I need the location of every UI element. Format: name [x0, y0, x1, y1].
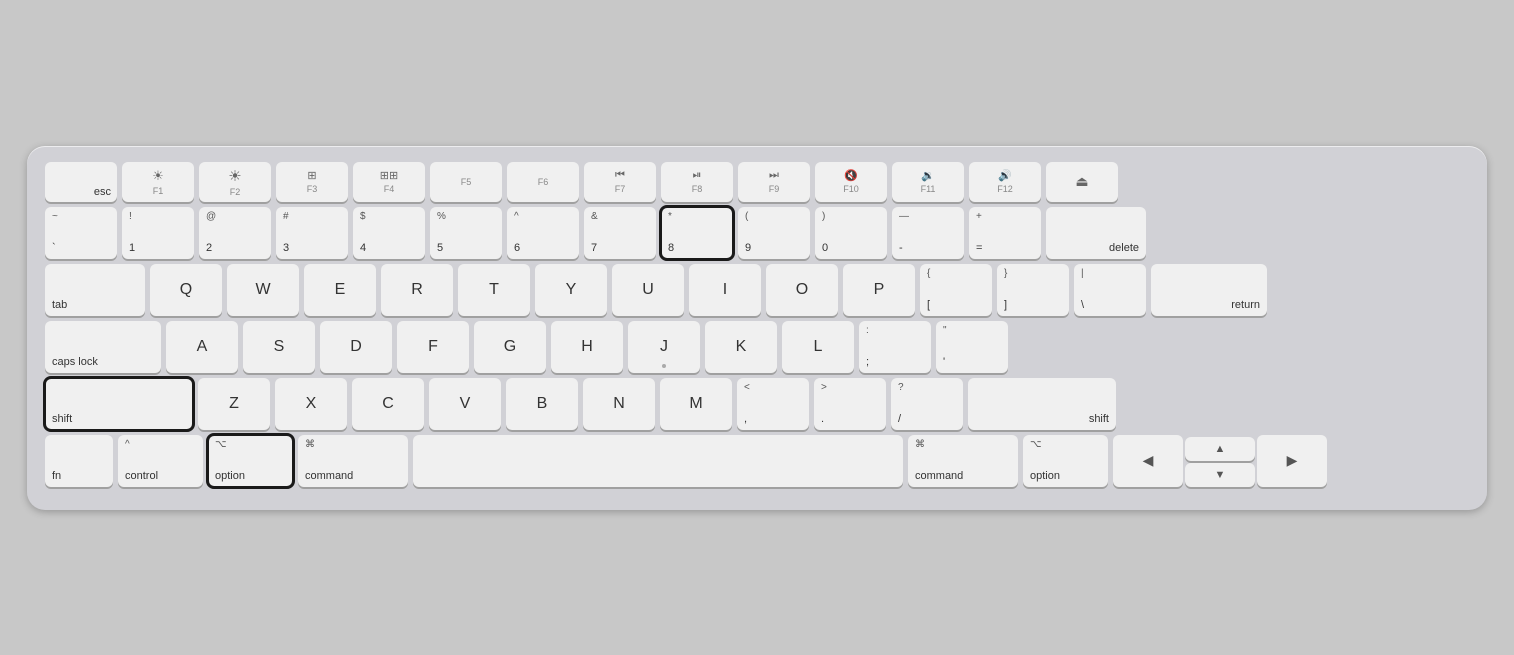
key-semicolon[interactable]: : ; — [859, 321, 931, 373]
key-shift-right[interactable]: shift — [968, 378, 1116, 430]
key-c[interactable]: C — [352, 378, 424, 430]
key-f12[interactable]: 🔊 F12 — [969, 162, 1041, 202]
fn-row: esc ☀ F1 ☀ F2 ⊞ F3 ⊞⊞ F4 F5 F6 — [45, 162, 1469, 202]
key-return[interactable]: return — [1151, 264, 1267, 316]
key-v[interactable]: V — [429, 378, 501, 430]
key-a[interactable]: A — [166, 321, 238, 373]
key-f4[interactable]: ⊞⊞ F4 — [353, 162, 425, 202]
key-control[interactable]: ^ control — [118, 435, 203, 487]
key-h[interactable]: H — [551, 321, 623, 373]
key-option-left[interactable]: ⌥ option — [208, 435, 293, 487]
arrow-updown: ▲ ▼ — [1185, 437, 1255, 487]
qwerty-row: tab Q W E R T Y U I O P — [45, 264, 1469, 316]
key-f3[interactable]: ⊞ F3 — [276, 162, 348, 202]
key-u[interactable]: U — [612, 264, 684, 316]
key-j[interactable]: J — [628, 321, 700, 373]
key-d[interactable]: D — [320, 321, 392, 373]
key-delete[interactable]: delete — [1046, 207, 1146, 259]
key-x[interactable]: X — [275, 378, 347, 430]
key-minus[interactable]: — - — [892, 207, 964, 259]
key-slash[interactable]: ? / — [891, 378, 963, 430]
key-1[interactable]: ! 1 — [122, 207, 194, 259]
key-backslash[interactable]: | \ — [1074, 264, 1146, 316]
key-f10[interactable]: 🔇 F10 — [815, 162, 887, 202]
asdf-row: caps lock A S D F G H J K L : — [45, 321, 1469, 373]
key-equals[interactable]: + = — [969, 207, 1041, 259]
key-z[interactable]: Z — [198, 378, 270, 430]
key-t[interactable]: T — [458, 264, 530, 316]
key-f7[interactable]: ⏮ F7 — [584, 162, 656, 202]
key-rbracket[interactable]: } ] — [997, 264, 1069, 316]
key-quote[interactable]: " ' — [936, 321, 1008, 373]
key-k[interactable]: K — [705, 321, 777, 373]
key-tilde[interactable]: ~ ` — [45, 207, 117, 259]
key-comma[interactable]: < , — [737, 378, 809, 430]
key-space[interactable] — [413, 435, 903, 487]
bottom-row: fn ^ control ⌥ option ⌘ command ⌘ comman… — [45, 435, 1469, 487]
key-s[interactable]: S — [243, 321, 315, 373]
key-fn[interactable]: fn — [45, 435, 113, 487]
key-p[interactable]: P — [843, 264, 915, 316]
arrow-cluster: ◀ ▲ ▼ ▶ — [1113, 435, 1327, 487]
key-y[interactable]: Y — [535, 264, 607, 316]
key-q[interactable]: Q — [150, 264, 222, 316]
key-6[interactable]: ^ 6 — [507, 207, 579, 259]
key-r[interactable]: R — [381, 264, 453, 316]
key-period[interactable]: > . — [814, 378, 886, 430]
key-f9[interactable]: ⏭ F9 — [738, 162, 810, 202]
key-4[interactable]: $ 4 — [353, 207, 425, 259]
key-2[interactable]: @ 2 — [199, 207, 271, 259]
key-3[interactable]: # 3 — [276, 207, 348, 259]
key-n[interactable]: N — [583, 378, 655, 430]
key-9[interactable]: ( 9 — [738, 207, 810, 259]
key-0[interactable]: ) 0 — [815, 207, 887, 259]
key-f1[interactable]: ☀ F1 — [122, 162, 194, 202]
key-shift-left[interactable]: shift — [45, 378, 193, 430]
key-command-left[interactable]: ⌘ command — [298, 435, 408, 487]
key-arrow-right[interactable]: ▶ — [1257, 435, 1327, 487]
key-i[interactable]: I — [689, 264, 761, 316]
zxcv-row: shift Z X C V B N M < , > . — [45, 378, 1469, 430]
key-f5[interactable]: F5 — [430, 162, 502, 202]
key-arrow-down[interactable]: ▼ — [1185, 463, 1255, 487]
key-f6[interactable]: F6 — [507, 162, 579, 202]
key-arrow-up[interactable]: ▲ — [1185, 437, 1255, 461]
key-tab[interactable]: tab — [45, 264, 145, 316]
key-5[interactable]: % 5 — [430, 207, 502, 259]
key-lbracket[interactable]: { [ — [920, 264, 992, 316]
key-7[interactable]: & 7 — [584, 207, 656, 259]
keyboard: esc ☀ F1 ☀ F2 ⊞ F3 ⊞⊞ F4 F5 F6 — [27, 146, 1487, 510]
key-m[interactable]: M — [660, 378, 732, 430]
key-f11[interactable]: 🔉 F11 — [892, 162, 964, 202]
key-f[interactable]: F — [397, 321, 469, 373]
key-f2[interactable]: ☀ F2 — [199, 162, 271, 202]
key-option-right[interactable]: ⌥ option — [1023, 435, 1108, 487]
key-command-right[interactable]: ⌘ command — [908, 435, 1018, 487]
key-caps-lock[interactable]: caps lock — [45, 321, 161, 373]
key-arrow-left[interactable]: ◀ — [1113, 435, 1183, 487]
key-b[interactable]: B — [506, 378, 578, 430]
key-8[interactable]: * 8 — [661, 207, 733, 259]
key-o[interactable]: O — [766, 264, 838, 316]
key-g[interactable]: G — [474, 321, 546, 373]
key-l[interactable]: L — [782, 321, 854, 373]
number-row: ~ ` ! 1 @ 2 # 3 $ 4 % 5 ^ 6 & 7 — [45, 207, 1469, 259]
key-f8[interactable]: ⏯ F8 — [661, 162, 733, 202]
key-w[interactable]: W — [227, 264, 299, 316]
key-eject[interactable]: ⏏ — [1046, 162, 1118, 202]
key-esc[interactable]: esc — [45, 162, 117, 202]
key-e[interactable]: E — [304, 264, 376, 316]
